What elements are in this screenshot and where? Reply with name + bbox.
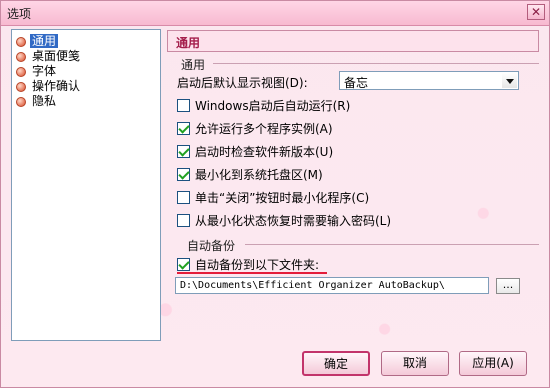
browse-button[interactable]: ... <box>496 278 520 294</box>
panel-header: 通用 <box>167 30 539 52</box>
group-divider <box>245 244 539 245</box>
general-group-label: 通用 <box>181 58 206 72</box>
options-dialog: 选项 ✕ 通用 桌面便笺 字体 操作确认 隐私 通用 通用 启动后默认显示视图(… <box>0 0 550 388</box>
highlight-underline <box>177 272 327 274</box>
group-divider <box>213 63 539 64</box>
bullet-icon <box>16 66 26 77</box>
startup-view-dropdown[interactable]: 备忘 <box>339 71 519 90</box>
close-button[interactable]: ✕ <box>527 4 545 20</box>
category-list[interactable]: 通用 桌面便笺 字体 操作确认 隐私 <box>11 29 161 341</box>
backup-group-label: 自动备份 <box>187 239 236 253</box>
nav-item-font[interactable]: 字体 <box>16 64 58 78</box>
nav-item-privacy[interactable]: 隐私 <box>16 94 58 108</box>
startup-view-value: 备忘 <box>344 76 369 90</box>
bullet-icon <box>16 96 26 107</box>
chevron-down-icon[interactable] <box>502 73 517 88</box>
checkbox[interactable] <box>177 168 190 181</box>
checkbox[interactable] <box>177 191 190 204</box>
apply-button[interactable]: 应用(A) <box>459 351 527 376</box>
cancel-button[interactable]: 取消 <box>381 351 449 376</box>
nav-item-desktop-notes[interactable]: 桌面便笺 <box>16 49 82 63</box>
checkbox[interactable] <box>177 99 190 112</box>
startup-view-label: 启动后默认显示视图(D): <box>177 76 308 90</box>
checkbox[interactable] <box>177 122 190 135</box>
backup-folder-field[interactable]: D:\Documents\Efficient Organizer AutoBac… <box>175 277 489 294</box>
checkbox[interactable] <box>177 258 190 271</box>
ok-button[interactable]: 确定 <box>302 351 370 376</box>
nav-item-confirmations[interactable]: 操作确认 <box>16 79 82 93</box>
window-title: 选项 <box>7 7 32 21</box>
nav-item-general[interactable]: 通用 <box>16 34 59 48</box>
checkbox[interactable] <box>177 214 190 227</box>
checkbox[interactable] <box>177 145 190 158</box>
title-bar[interactable]: 选项 ✕ <box>1 1 549 26</box>
bullet-icon <box>16 36 26 47</box>
panel-title: 通用 <box>176 36 201 50</box>
bullet-icon <box>16 81 26 92</box>
bullet-icon <box>16 51 26 62</box>
